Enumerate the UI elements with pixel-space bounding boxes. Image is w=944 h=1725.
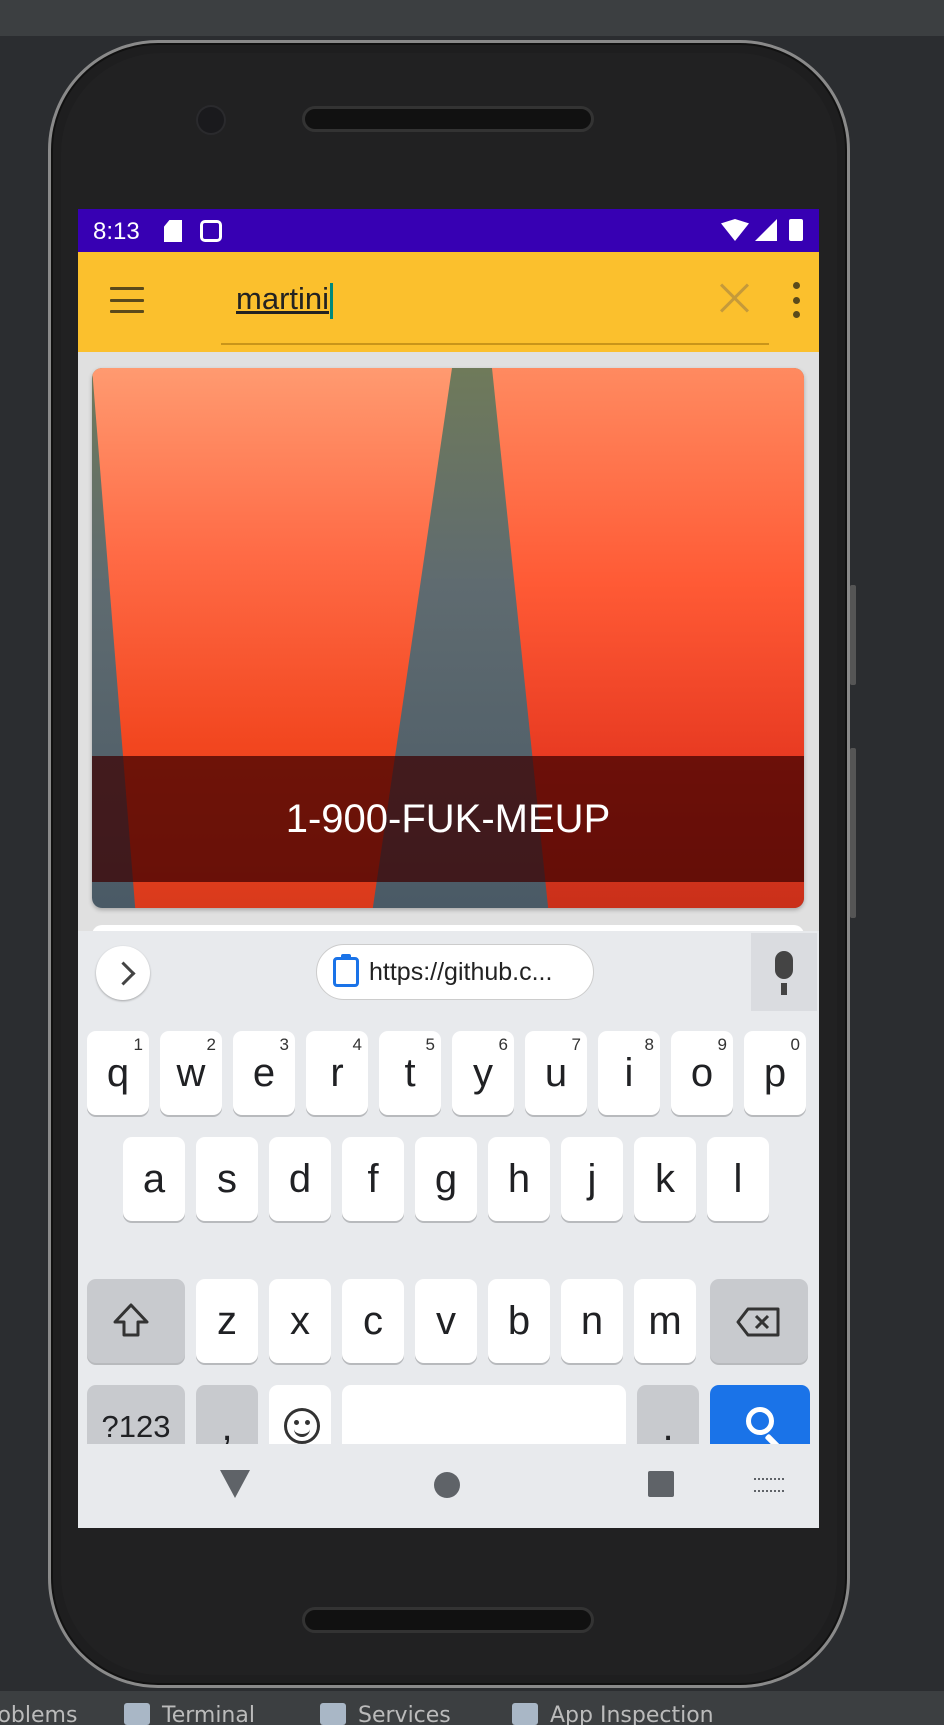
recents-square-icon[interactable] (648, 1471, 674, 1497)
back-triangle-icon[interactable] (220, 1470, 250, 1498)
search-input[interactable]: martini (236, 274, 636, 324)
key-a[interactable]: a (123, 1137, 185, 1221)
ide-top-toolbar (0, 0, 944, 36)
overflow-menu-icon[interactable] (792, 282, 800, 318)
text-caret (330, 282, 334, 319)
ide-tab-services[interactable]: Services (320, 1703, 451, 1725)
emoji-icon (284, 1408, 320, 1444)
key-hint: 4 (352, 1035, 362, 1054)
key-x[interactable]: x (269, 1279, 331, 1363)
status-time: 8:13 (93, 218, 140, 245)
top-speaker (302, 106, 594, 132)
microphone-icon (775, 951, 793, 979)
key-n[interactable]: n (561, 1279, 623, 1363)
keyboard-switch-icon[interactable] (754, 1478, 784, 1492)
key-hint: 7 (571, 1035, 581, 1054)
key-w[interactable]: w2 (160, 1031, 222, 1115)
key-hint: 0 (790, 1035, 800, 1054)
key-k[interactable]: k (634, 1137, 696, 1221)
drink-card[interactable]: 1-900-FUK-MEUP (92, 368, 804, 908)
ide-tab-app-inspection[interactable]: App Inspection (512, 1703, 714, 1725)
wifi-icon (721, 219, 749, 241)
key-hint: 9 (717, 1035, 727, 1054)
drink-title: 1-900-FUK-MEUP (285, 797, 611, 841)
key-hint: 2 (206, 1035, 216, 1054)
key-y[interactable]: y6 (452, 1031, 514, 1115)
search-input-text: martini (236, 281, 330, 316)
key-l[interactable]: l (707, 1137, 769, 1221)
battery-icon (789, 219, 803, 241)
key-h[interactable]: h (488, 1137, 550, 1221)
bottom-speaker (302, 1607, 594, 1633)
key-d[interactable]: d (269, 1137, 331, 1221)
ide-tab-terminal[interactable]: Terminal (124, 1703, 255, 1725)
key-g[interactable]: g (415, 1137, 477, 1221)
volume-button (850, 748, 856, 918)
key-s[interactable]: s (196, 1137, 258, 1221)
clipboard-suggestion-text: https://github.c... (369, 957, 553, 986)
key-e[interactable]: e3 (233, 1031, 295, 1115)
notification-icon (200, 220, 222, 242)
search-icon (746, 1407, 774, 1435)
cell-signal-icon (755, 219, 777, 241)
app-inspection-icon (512, 1703, 538, 1725)
keyboard-expand-button[interactable] (96, 946, 150, 1000)
key-hint: 3 (279, 1035, 289, 1054)
key-u[interactable]: u7 (525, 1031, 587, 1115)
terminal-icon (124, 1703, 150, 1725)
key-hint: 1 (133, 1035, 143, 1054)
system-navigation-bar (78, 1444, 819, 1528)
hamburger-menu-icon[interactable] (110, 287, 144, 313)
key-o[interactable]: o9 (671, 1031, 733, 1115)
ide-tab-problems[interactable]: Problems (0, 1703, 77, 1725)
app-toolbar: martini (78, 252, 819, 352)
soft-keyboard: https://github.c... q1w2e3r4t5y6u7i8o9p0… (78, 931, 819, 1528)
voice-input-button[interactable] (751, 933, 817, 1011)
search-underline (221, 343, 769, 345)
key-i[interactable]: i8 (598, 1031, 660, 1115)
clipboard-suggestion-chip[interactable]: https://github.c... (316, 944, 594, 1000)
backspace-icon (736, 1307, 780, 1337)
clipboard-link-icon (333, 954, 359, 987)
key-r[interactable]: r4 (306, 1031, 368, 1115)
power-button (850, 585, 856, 685)
key-hint: 5 (425, 1035, 435, 1054)
key-hint: 6 (498, 1035, 508, 1054)
shift-key[interactable] (87, 1279, 185, 1363)
device-screen: 8:13 martini 1-900-FUK-MEUP https://gith… (78, 209, 819, 1528)
key-hint: 8 (644, 1035, 654, 1054)
key-f[interactable]: f (342, 1137, 404, 1221)
key-q[interactable]: q1 (87, 1031, 149, 1115)
services-icon (320, 1703, 346, 1725)
key-z[interactable]: z (196, 1279, 258, 1363)
key-b[interactable]: b (488, 1279, 550, 1363)
clear-search-icon[interactable] (718, 282, 750, 314)
key-p[interactable]: p0 (744, 1031, 806, 1115)
key-c[interactable]: c (342, 1279, 404, 1363)
status-bar: 8:13 (78, 209, 819, 252)
key-m[interactable]: m (634, 1279, 696, 1363)
shift-icon (113, 1303, 149, 1337)
front-camera (198, 107, 224, 133)
key-t[interactable]: t5 (379, 1031, 441, 1115)
backspace-key[interactable] (710, 1279, 808, 1363)
key-v[interactable]: v (415, 1279, 477, 1363)
home-circle-icon[interactable] (434, 1472, 460, 1498)
key-j[interactable]: j (561, 1137, 623, 1221)
sd-card-icon (164, 220, 182, 242)
